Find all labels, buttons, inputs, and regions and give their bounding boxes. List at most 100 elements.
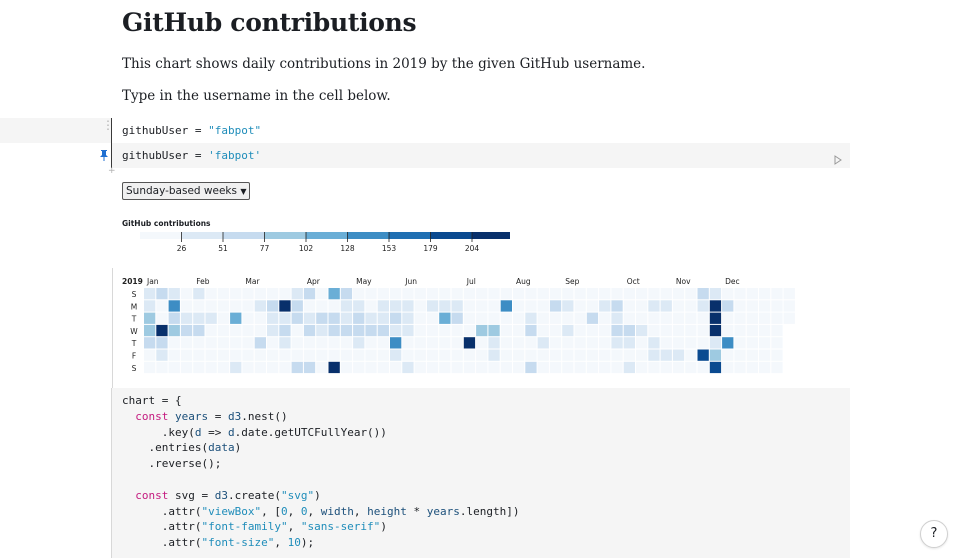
heatmap-cell xyxy=(562,300,574,312)
heatmap-cell xyxy=(500,288,512,300)
heatmap-cell xyxy=(709,361,722,374)
heatmap-cell xyxy=(291,349,303,361)
heatmap-cell xyxy=(586,312,599,324)
heatmap-cell xyxy=(611,337,623,349)
week-mode-select[interactable]: Sunday-based weeks ▼ xyxy=(122,182,251,200)
heatmap-cell xyxy=(451,324,463,337)
pin-icon[interactable] xyxy=(100,146,108,165)
heatmap-cell xyxy=(217,349,230,361)
heatmap-cell xyxy=(599,288,611,300)
heatmap-cell xyxy=(660,337,672,349)
heatmap-cell xyxy=(771,312,783,324)
run-cell-icon[interactable] xyxy=(834,150,842,169)
heatmap-cell xyxy=(193,324,205,337)
heatmap-cell xyxy=(168,337,180,349)
heatmap-cell xyxy=(217,324,230,337)
heatmap-cell xyxy=(697,288,709,300)
heatmap-cell xyxy=(746,349,758,361)
heatmap-cell xyxy=(377,349,389,361)
legend-swatch xyxy=(472,232,510,239)
heatmap-cell xyxy=(291,288,303,300)
heatmap-cell xyxy=(672,337,685,349)
legend-swatch xyxy=(223,232,265,239)
heatmap-cell xyxy=(513,324,525,337)
heatmap-cell xyxy=(390,312,402,324)
month-label: Jun xyxy=(404,277,417,286)
heatmap-cell xyxy=(759,337,771,349)
heatmap-cell xyxy=(488,337,500,349)
weekday-label: T xyxy=(131,339,137,348)
month-label: Jan xyxy=(146,277,159,286)
heatmap-cell xyxy=(156,361,168,374)
heatmap-cell xyxy=(242,337,254,349)
heatmap-cell xyxy=(205,324,217,337)
heatmap-cell xyxy=(316,300,328,312)
heatmap-cell xyxy=(697,337,709,349)
heatmap-cell xyxy=(168,349,180,361)
color-legend: 26 51 77 102 128 153 179 204 xyxy=(140,232,510,253)
heatmap-cell xyxy=(390,361,402,374)
heatmap-cell xyxy=(672,300,685,312)
heatmap-cell xyxy=(168,312,180,324)
heatmap-cell xyxy=(463,288,476,300)
heatmap-cell xyxy=(303,361,316,374)
input-cell-editor[interactable]: githubUser = 'fabpot' xyxy=(122,149,261,162)
heatmap-cell xyxy=(156,349,168,361)
heatmap-cell xyxy=(242,288,254,300)
help-button[interactable]: ? xyxy=(920,520,948,548)
code-string: "sans-serif" xyxy=(300,520,381,534)
heatmap-cell xyxy=(709,300,722,312)
heatmap-cell xyxy=(439,361,451,374)
weekday-label: F xyxy=(132,352,136,361)
heatmap-cell xyxy=(746,337,758,349)
heatmap-cell xyxy=(365,300,377,312)
heatmap-cell xyxy=(537,361,549,374)
heatmap-cell xyxy=(377,361,389,374)
heatmap-cell xyxy=(402,288,414,300)
heatmap-cell xyxy=(574,300,586,312)
heatmap-cell xyxy=(771,349,783,361)
code-line: .key(d => d.date.getUTCFullYear()) xyxy=(122,425,387,439)
heatmap-cell xyxy=(771,324,783,337)
week-mode-value: Sunday-based weeks xyxy=(126,185,237,197)
heatmap-cell xyxy=(636,300,648,312)
code-keyword: const xyxy=(135,409,169,423)
heatmap-cell xyxy=(254,361,266,374)
heatmap-cell xyxy=(722,300,734,312)
heatmap-cell xyxy=(476,349,488,361)
heatmap-cell xyxy=(426,300,439,312)
heatmap-cell xyxy=(513,361,525,374)
heatmap-cell xyxy=(291,312,303,324)
heatmap-cell xyxy=(562,349,574,361)
heatmap-cell xyxy=(648,361,660,374)
instruction-text: Type in the username in the cell below. xyxy=(122,88,391,104)
heatmap-cell xyxy=(771,288,783,300)
heatmap-cell xyxy=(513,288,525,300)
heatmap-cell xyxy=(685,324,697,337)
heatmap-cell xyxy=(144,312,156,324)
heatmap-cell xyxy=(279,300,291,312)
month-label: Oct xyxy=(627,277,640,286)
heatmap-cell xyxy=(316,361,328,374)
heatmap-cell xyxy=(623,300,635,312)
heatmap-cell xyxy=(390,288,402,300)
heatmap-cell xyxy=(734,324,746,337)
display-cell[interactable] xyxy=(0,118,112,143)
heatmap-cell xyxy=(586,324,599,337)
heatmap-cell xyxy=(672,349,685,361)
heatmap-cell xyxy=(377,288,389,300)
heatmap-cell xyxy=(476,337,488,349)
heatmap-cell xyxy=(549,324,562,337)
heatmap-cell xyxy=(586,349,599,361)
heatmap-cell xyxy=(549,349,562,361)
heatmap-cell xyxy=(771,337,783,349)
heatmap-cell xyxy=(316,349,328,361)
heatmap-cell xyxy=(648,349,660,361)
add-cell-icon[interactable]: + xyxy=(108,166,116,176)
heatmap-cell xyxy=(599,337,611,349)
heatmap-cell xyxy=(365,324,377,337)
cell-menu-icon[interactable]: ⋮ xyxy=(102,119,114,131)
heatmap-cell xyxy=(574,312,586,324)
heatmap-cell xyxy=(476,361,488,374)
heatmap-cell xyxy=(180,349,193,361)
